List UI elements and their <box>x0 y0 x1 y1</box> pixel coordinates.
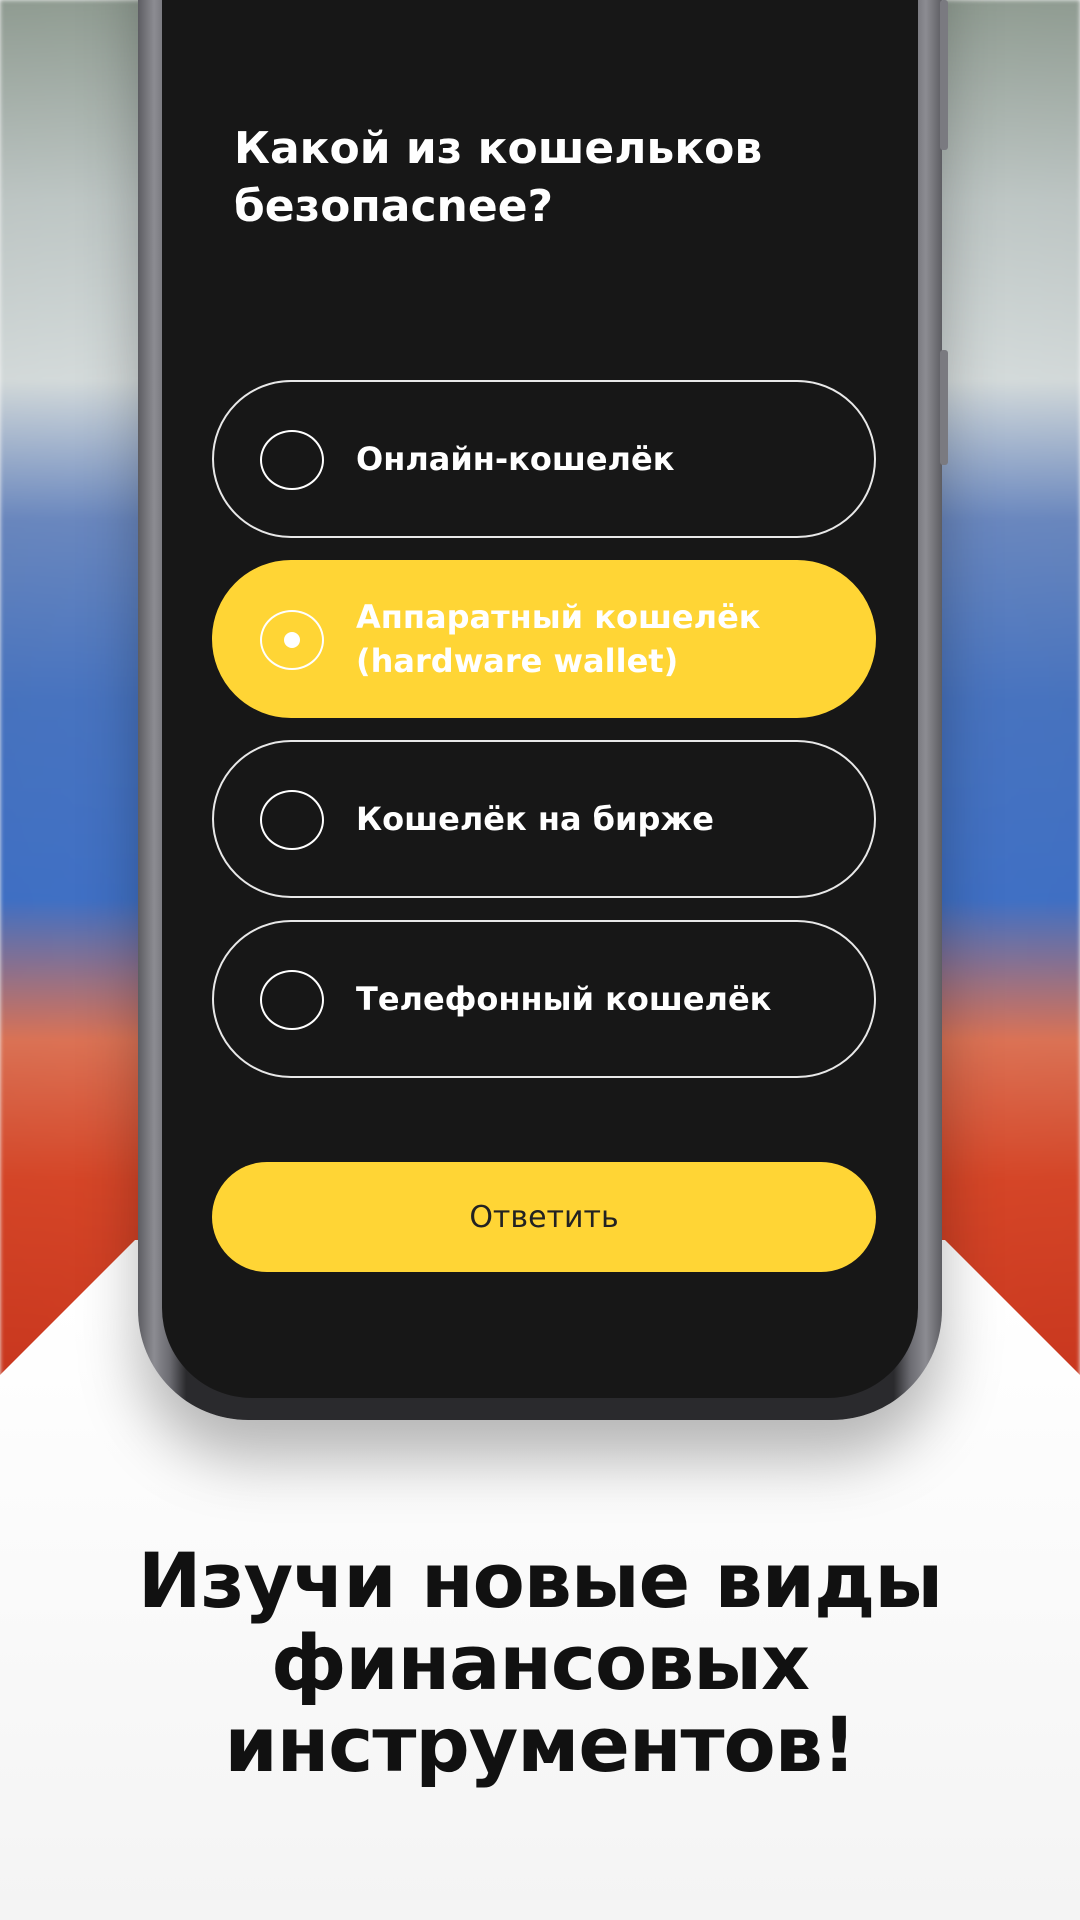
radio-unchecked-icon[interactable] <box>260 970 324 1030</box>
phone-volume-button <box>940 350 948 465</box>
radio-unchecked-icon[interactable] <box>260 790 324 850</box>
promo-headline: Изучи новые виды финансовых инструментов… <box>137 1536 943 1789</box>
quiz-option-hardware-wallet[interactable]: Аппаратный кошелёк (hardware wallet) <box>212 560 876 718</box>
app-screen: Какой из кошельков безопасnee? Онлайн-ко… <box>162 0 918 1398</box>
quiz-option-phone-wallet[interactable]: Телефонный кошелёк <box>212 920 876 1078</box>
phone-side-button <box>940 0 948 150</box>
phone-mockup: Какой из кошельков безопасnee? Онлайн-ко… <box>138 0 948 1420</box>
radio-unchecked-icon[interactable] <box>260 430 324 490</box>
radio-checked-icon[interactable] <box>260 610 324 670</box>
submit-answer-button[interactable]: Ответить <box>212 1162 876 1272</box>
yellow-rings-logo-icon <box>234 0 304 2</box>
quiz-option-label: Онлайн-кошелёк <box>356 440 675 478</box>
quiz-option-exchange-wallet[interactable]: Кошелёк на бирже <box>212 740 876 898</box>
quiz-option-label: Телефонный кошелёк <box>356 980 772 1018</box>
quiz-option-label: Аппаратный кошелёк (hardware wallet) <box>356 598 761 680</box>
quiz-option-label: Кошелёк на бирже <box>356 800 714 838</box>
quiz-question: Какой из кошельков безопасnee? <box>234 123 763 232</box>
quiz-option-online-wallet[interactable]: Онлайн-кошелёк <box>212 380 876 538</box>
